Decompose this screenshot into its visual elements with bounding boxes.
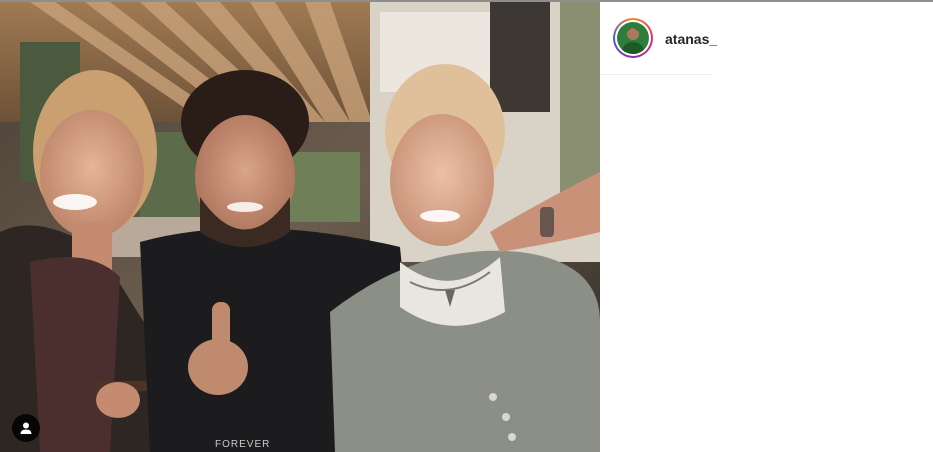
username-link[interactable]: atanas_ (665, 31, 717, 47)
post-header: atanas_ (600, 2, 717, 75)
post-photo[interactable]: FOREVER (0, 2, 600, 452)
person-icon (20, 422, 32, 434)
profile-avatar[interactable] (617, 22, 649, 54)
story-ring[interactable] (613, 18, 653, 58)
post-side-panel: atanas_ (600, 2, 933, 452)
svg-text:FOREVER: FOREVER (215, 439, 270, 450)
user-tag-button[interactable] (12, 414, 40, 442)
post-photo-image: FOREVER (0, 2, 600, 452)
